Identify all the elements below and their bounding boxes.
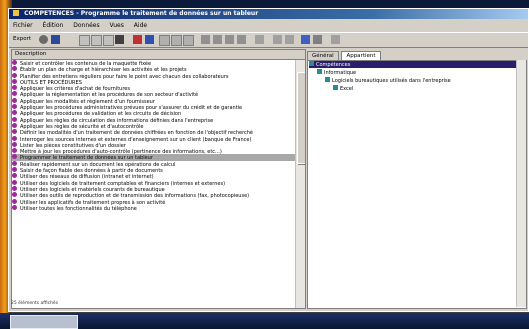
tree-pane [307,60,527,309]
zoom-icon[interactable] [201,35,210,44]
details-view-icon[interactable] [183,35,194,46]
folder-icon [309,61,314,66]
cut-icon[interactable] [255,35,264,44]
description-list: Description Saisir et contrôler les cont… [11,49,306,309]
find-prev-icon[interactable] [237,35,246,44]
item-bullet-icon [12,66,17,72]
folder-icon [333,85,338,90]
list-item[interactable]: Utiliser toutes les fonctionnalités du t… [12,204,305,212]
tab-appartient[interactable]: Appartient [341,51,381,60]
item-bullet-icon [12,60,17,65]
tree-node[interactable]: Informatique [317,69,356,76]
menu-vues[interactable]: Vues [110,22,124,29]
item-bullet-icon [12,129,17,135]
tree-node-label: Compétences [316,62,351,68]
menu-aide[interactable]: Aide [134,22,147,29]
save-icon[interactable] [103,35,114,46]
layout-icon[interactable] [301,35,310,44]
paste-icon[interactable] [285,35,294,44]
toolbar: Export [9,32,528,48]
export-button[interactable]: Export [13,36,31,42]
filter-icon[interactable] [51,35,60,44]
list-view-icon[interactable] [171,35,182,46]
item-bullet-icon [12,192,17,198]
item-bullet-icon [12,110,17,116]
tree-node[interactable]: Compétences [309,61,521,68]
item-bullet-icon [12,173,17,179]
dropdown-icon[interactable] [313,35,322,44]
item-bullet-icon [12,179,17,185]
item-bullet-icon [12,154,17,160]
item-bullet-icon [12,78,17,84]
delete-icon[interactable] [133,35,142,44]
tree-node-label: Informatique [324,70,357,76]
item-bullet-icon [12,160,17,166]
folder-icon [317,69,322,74]
tree-node-label: Logiciels bureautiques utilisés dans l'e… [332,78,451,84]
taskbar-button[interactable] [10,315,78,329]
item-bullet-icon [12,167,17,173]
tab-strip: Général Appartient [307,51,382,60]
item-bullet-icon [12,104,17,110]
grid-view-icon[interactable] [159,35,170,46]
list-body: Saisir et contrôler les contenus de la m… [12,60,305,211]
app-icon [13,10,19,16]
find-next-icon[interactable] [225,35,234,44]
item-bullet-icon [12,135,17,141]
item-bullet-icon [12,91,17,97]
new-icon[interactable] [79,35,90,46]
scrollbar-thumb[interactable] [297,72,305,164]
tab-general[interactable]: Général [307,51,339,60]
open-icon[interactable] [91,35,102,46]
title-bar: COMPETENCES - Programme le traitement de… [9,9,528,19]
menu-fichier[interactable]: Fichier [13,22,33,29]
item-bullet-icon [12,148,17,154]
window-title: COMPETENCES - Programme le traitement de… [24,10,259,17]
item-bullet-icon [12,141,17,147]
menu-bar: Fichier Édition Données Vues Aide [9,21,151,31]
menu-donnees[interactable]: Données [73,22,99,29]
item-bullet-icon [12,72,17,78]
item-bullet-icon [12,116,17,122]
taskbar [0,313,529,329]
item-bullet-icon [12,198,17,204]
list-header[interactable]: Description [12,50,305,60]
item-bullet-icon [12,85,17,91]
item-bullet-icon [12,97,17,103]
tree-node[interactable]: Logiciels bureautiques utilisés dans l'e… [325,77,451,84]
menu-edition[interactable]: Édition [43,22,64,29]
help-icon[interactable] [39,35,48,44]
app-window: COMPETENCES - Programme le traitement de… [8,8,529,312]
print-icon[interactable] [115,35,124,44]
item-bullet-icon [12,122,17,128]
search-icon[interactable] [213,35,222,44]
tree-node[interactable]: Excel [333,85,353,92]
list-scrollbar[interactable] [295,60,305,308]
copy-icon[interactable] [273,35,282,44]
item-bullet-icon [12,185,17,191]
list-item-label: Utiliser toutes les fonctionnalités du t… [20,205,137,212]
tree-node-label: Excel [340,86,354,92]
properties-icon[interactable] [145,35,154,44]
tree-scrollbar[interactable] [516,60,526,307]
close-pane-icon[interactable] [331,35,340,44]
status-text: 25 éléments affichés [11,301,59,306]
folder-icon [325,77,330,82]
item-bullet-icon [12,204,17,210]
